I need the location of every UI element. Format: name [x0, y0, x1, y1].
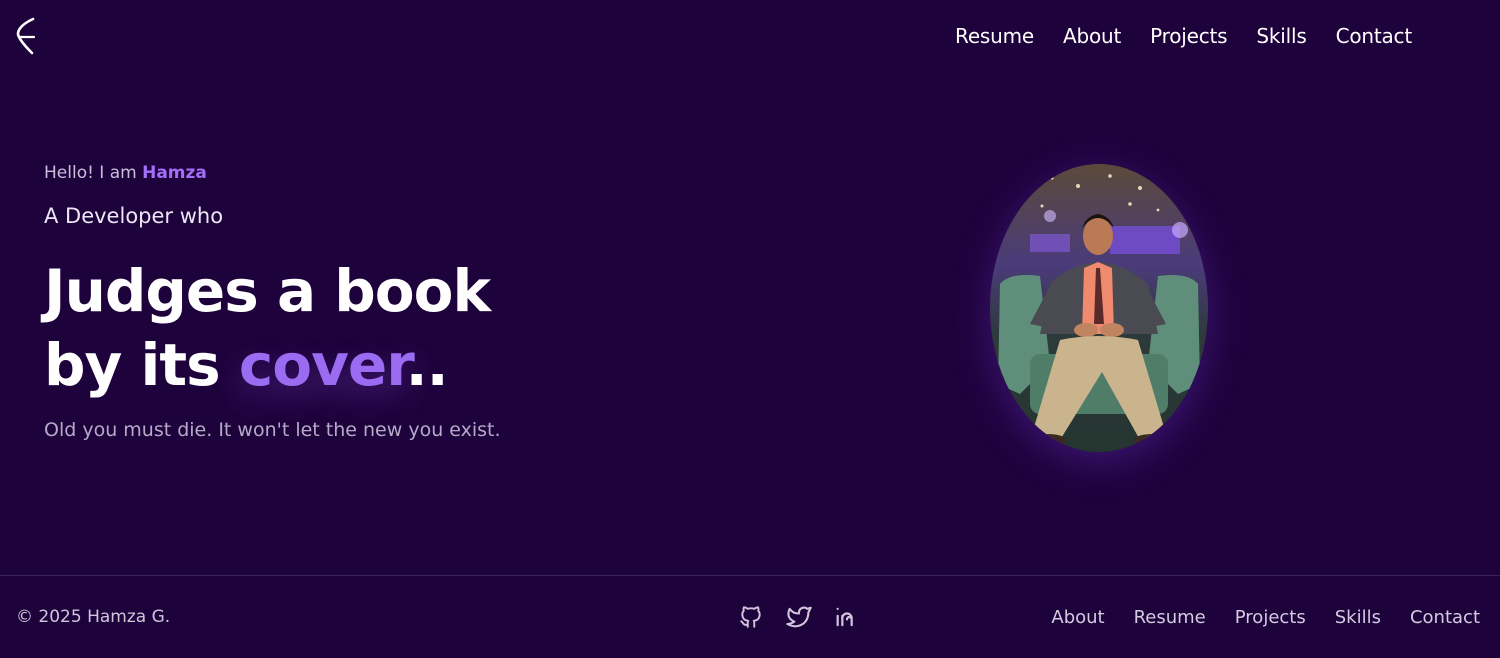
headline-line2-prefix: by its: [44, 331, 239, 399]
profile-photo: [990, 164, 1208, 452]
greeting-prefix: Hello! I am: [44, 163, 143, 183]
footer-link-resume[interactable]: Resume: [1134, 607, 1206, 628]
hero-name: Hamza: [142, 163, 207, 183]
main-nav: Resume About Projects Skills Contact: [955, 24, 1412, 48]
footer-link-about[interactable]: About: [1051, 607, 1104, 628]
github-link[interactable]: [736, 602, 766, 632]
portfolio-page: Resume About Projects Skills Contact Hel…: [0, 0, 1500, 658]
site-footer: © 2025 Hamza G. About Resume Projects Sk…: [0, 575, 1500, 658]
linkedin-icon: [836, 607, 853, 627]
twitter-link[interactable]: [784, 602, 814, 632]
headline-accent: cover: [238, 331, 407, 399]
footer-link-skills[interactable]: Skills: [1335, 607, 1381, 628]
github-icon: [739, 606, 761, 628]
headline-line1: Judges a book: [44, 257, 491, 325]
footer-link-contact[interactable]: Contact: [1410, 607, 1480, 628]
hero-section: Hello! I am Hamza A Developer who Judges…: [44, 163, 664, 441]
headline-suffix: ..: [405, 331, 449, 399]
social-links: [736, 602, 862, 632]
tagline: A Developer who: [44, 204, 224, 228]
chevron-moon-logo-icon: [16, 17, 36, 55]
footer-nav: About Resume Projects Skills Contact: [1051, 607, 1480, 628]
logo[interactable]: [12, 16, 40, 56]
nav-link-skills[interactable]: Skills: [1256, 24, 1306, 48]
nav-link-about[interactable]: About: [1063, 24, 1121, 48]
copyright: © 2025 Hamza G.: [16, 607, 171, 627]
headline: Judges a book by its cover..: [44, 254, 664, 402]
nav-link-projects[interactable]: Projects: [1150, 24, 1227, 48]
nav-link-resume[interactable]: Resume: [955, 24, 1034, 48]
quote: Old you must die. It won't let the new y…: [44, 419, 501, 441]
profile-photo-illustration: [990, 164, 1208, 452]
linkedin-link[interactable]: [832, 602, 862, 632]
greeting: Hello! I am Hamza: [44, 163, 664, 183]
twitter-icon: [785, 606, 812, 628]
nav-link-contact[interactable]: Contact: [1336, 24, 1413, 48]
site-header: Resume About Projects Skills Contact: [0, 0, 1500, 72]
footer-link-projects[interactable]: Projects: [1235, 607, 1306, 628]
